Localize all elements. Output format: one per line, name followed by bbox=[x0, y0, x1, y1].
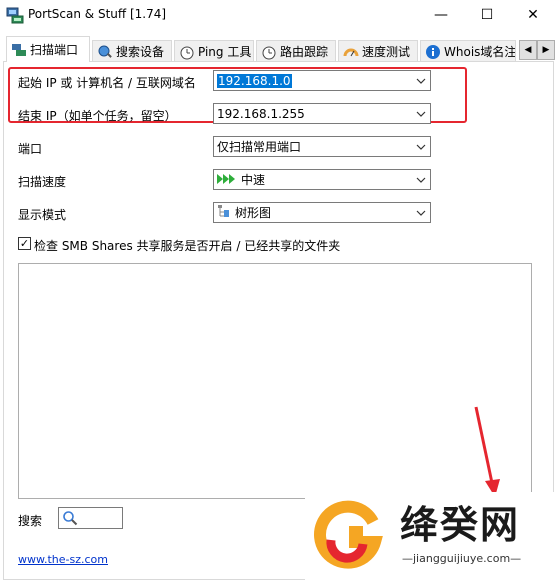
speed-value: 中速 bbox=[241, 173, 266, 187]
scan-icon bbox=[11, 42, 27, 58]
minimize-button[interactable]: — bbox=[418, 0, 464, 30]
tab-scan-ports[interactable]: 扫描端口 bbox=[6, 36, 90, 62]
search-icon bbox=[62, 510, 78, 529]
checkmark-icon: ✓ bbox=[19, 237, 30, 250]
display-mode-combo[interactable]: 树形图 bbox=[213, 202, 431, 223]
tab-label: Ping 工具 bbox=[198, 45, 252, 59]
end-ip-label: 结束 IP（如单个任务，留空） bbox=[18, 109, 177, 123]
gauge-icon bbox=[343, 44, 359, 60]
tab-whois[interactable]: Whois域名注 bbox=[420, 40, 516, 62]
tab-traceroute[interactable]: 路由跟踪 bbox=[256, 40, 336, 62]
tab-scroll: ◀ ▶ bbox=[519, 40, 555, 60]
tab-speed-test[interactable]: 速度测试 bbox=[338, 40, 418, 62]
website-link[interactable]: www.the-sz.com bbox=[18, 553, 108, 566]
tab-ping-tool[interactable]: Ping 工具 bbox=[174, 40, 254, 62]
close-button[interactable]: ✕ bbox=[510, 0, 556, 30]
smb-checkbox-label: 检查 SMB Shares 共享服务是否开启 / 已经共享的文件夹 bbox=[34, 239, 341, 253]
port-combo[interactable]: 仅扫描常用端口 bbox=[213, 136, 431, 157]
tab-scroll-left-button[interactable]: ◀ bbox=[519, 40, 537, 60]
search-device-icon bbox=[97, 44, 113, 60]
search-label: 搜索 bbox=[18, 514, 43, 528]
window-title: PortScan & Stuff [1.74] bbox=[28, 7, 167, 21]
tab-label: 扫描端口 bbox=[30, 43, 79, 57]
chevron-down-icon bbox=[412, 104, 430, 123]
info-icon bbox=[425, 44, 441, 60]
tab-label: 搜索设备 bbox=[116, 45, 165, 59]
maximize-button[interactable]: ☐ bbox=[464, 0, 510, 30]
display-mode-label: 显示模式 bbox=[18, 208, 67, 222]
annotation-arrow bbox=[474, 406, 500, 497]
tab-label: 速度测试 bbox=[362, 45, 411, 59]
start-ip-combo[interactable]: 192.168.1.0 bbox=[213, 70, 431, 91]
port-label: 端口 bbox=[18, 142, 43, 156]
chevron-down-icon bbox=[412, 203, 430, 222]
stopwatch-icon bbox=[179, 44, 195, 60]
stopwatch-icon bbox=[261, 44, 277, 60]
end-ip-combo[interactable]: 192.168.1.255 bbox=[213, 103, 431, 124]
tab-label: 路由跟踪 bbox=[280, 45, 329, 59]
app-icon bbox=[6, 7, 24, 24]
end-ip-value: 192.168.1.255 bbox=[217, 106, 305, 121]
start-ip-value: 192.168.1.0 bbox=[217, 73, 292, 88]
tab-scroll-right-button[interactable]: ▶ bbox=[537, 40, 555, 60]
display-mode-value: 树形图 bbox=[235, 206, 272, 220]
tab-bar: 扫描端口 搜索设备 Ping 工具 路由跟踪 速度测试 Whois域名注 bbox=[0, 36, 557, 62]
port-value: 仅扫描常用端口 bbox=[217, 140, 302, 154]
watermark-logo bbox=[314, 500, 383, 569]
speed-label: 扫描速度 bbox=[18, 175, 67, 189]
chevron-down-icon bbox=[412, 137, 430, 156]
watermark-text: 绛癸网 bbox=[400, 503, 521, 547]
title-bar: PortScan & Stuff [1.74] — ☐ ✕ bbox=[0, 0, 557, 30]
results-list[interactable] bbox=[18, 263, 532, 499]
search-input[interactable] bbox=[58, 507, 123, 529]
watermark-subtext: —jiangguijiuye.com— bbox=[402, 552, 522, 565]
chevron-down-icon bbox=[412, 170, 430, 189]
tab-search-devices[interactable]: 搜索设备 bbox=[92, 40, 172, 62]
speed-arrows-icon bbox=[217, 173, 237, 187]
tree-view-icon bbox=[217, 204, 231, 221]
start-ip-label: 起始 IP 或 计算机名 / 互联网域名 bbox=[18, 76, 196, 90]
tab-label: Whois域名注 bbox=[444, 45, 516, 59]
chevron-down-icon bbox=[412, 71, 430, 90]
watermark: 绛癸网 —jiangguijiuye.com— bbox=[305, 492, 557, 583]
smb-checkbox[interactable]: ✓ bbox=[18, 237, 31, 250]
speed-combo[interactable]: 中速 bbox=[213, 169, 431, 190]
